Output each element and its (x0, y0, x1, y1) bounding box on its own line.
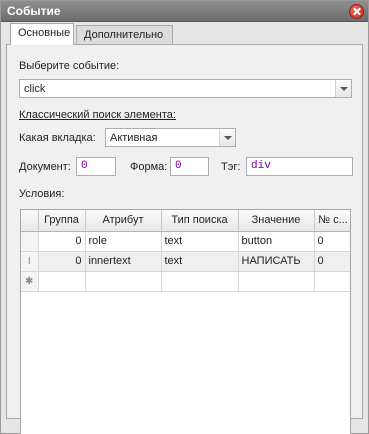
classic-search-heading: Классический поиск элемента: (19, 109, 176, 121)
cell-value[interactable] (238, 271, 315, 292)
tag-field[interactable]: div (246, 157, 353, 176)
cell-value[interactable]: НАПИСАТЬ (238, 251, 315, 272)
row-marker[interactable]: I (21, 251, 39, 272)
conditions-label: Условия: (19, 188, 65, 200)
cell-number[interactable] (314, 271, 350, 292)
cell-attribute[interactable]: innertext (85, 251, 162, 272)
tag-label: Тэг: (221, 161, 241, 173)
cell-search-type[interactable]: text (161, 251, 239, 272)
column-header[interactable]: Группа (38, 210, 86, 232)
cell-attribute[interactable] (85, 271, 162, 292)
tab-select-label: Какая вкладка: (19, 132, 96, 144)
tab-select[interactable]: Активная (105, 128, 236, 147)
title-bar[interactable]: Событие (1, 1, 368, 22)
chevron-down-icon[interactable] (219, 129, 235, 146)
tab-additional[interactable]: Дополнительно (76, 25, 173, 45)
table-row[interactable]: 0 role text button 0 (21, 231, 350, 252)
column-header[interactable]: Атрибут (85, 210, 162, 232)
conditions-table: Группа Атрибут Тип поиска Значение № с..… (21, 210, 350, 292)
cell-number[interactable]: 0 (314, 231, 350, 252)
cell-search-type[interactable] (161, 271, 239, 292)
window-title: Событие (7, 4, 61, 18)
cell-group[interactable] (38, 271, 86, 292)
tab-select-value: Активная (110, 132, 158, 144)
column-header[interactable]: Тип поиска (161, 210, 239, 232)
event-dialog: Событие Основные Дополнительно Выберите … (0, 0, 369, 434)
new-row-icon[interactable]: ✱ (21, 271, 39, 292)
row-marker[interactable] (21, 231, 39, 252)
chevron-down-icon[interactable] (335, 80, 351, 97)
row-header-corner (21, 210, 39, 232)
cell-group[interactable]: 0 (38, 231, 86, 252)
document-field[interactable]: 0 (76, 157, 116, 176)
tab-main[interactable]: Основные (10, 23, 74, 45)
table-header-row: Группа Атрибут Тип поиска Значение № с..… (21, 210, 350, 232)
column-header[interactable]: Значение (238, 210, 315, 232)
event-value: click (24, 83, 46, 95)
table-row[interactable]: I 0 innertext text НАПИСАТЬ 0 (21, 251, 350, 272)
form-label: Форма: (130, 161, 168, 173)
cell-attribute[interactable]: role (85, 231, 162, 252)
event-label: Выберите событие: (19, 60, 120, 72)
new-row[interactable]: ✱ (21, 271, 350, 292)
form-field[interactable]: 0 (170, 157, 209, 176)
event-combobox[interactable]: click (19, 79, 352, 98)
column-header[interactable]: № с... (314, 210, 350, 232)
document-label: Документ: (19, 161, 71, 173)
cell-number[interactable]: 0 (314, 251, 350, 272)
cell-value[interactable]: button (238, 231, 315, 252)
conditions-grid[interactable]: Группа Атрибут Тип поиска Значение № с..… (20, 209, 351, 434)
cell-search-type[interactable]: text (161, 231, 239, 252)
main-panel: Выберите событие: click Классический пои… (6, 44, 363, 434)
close-icon[interactable] (349, 4, 364, 19)
cell-group[interactable]: 0 (38, 251, 86, 272)
